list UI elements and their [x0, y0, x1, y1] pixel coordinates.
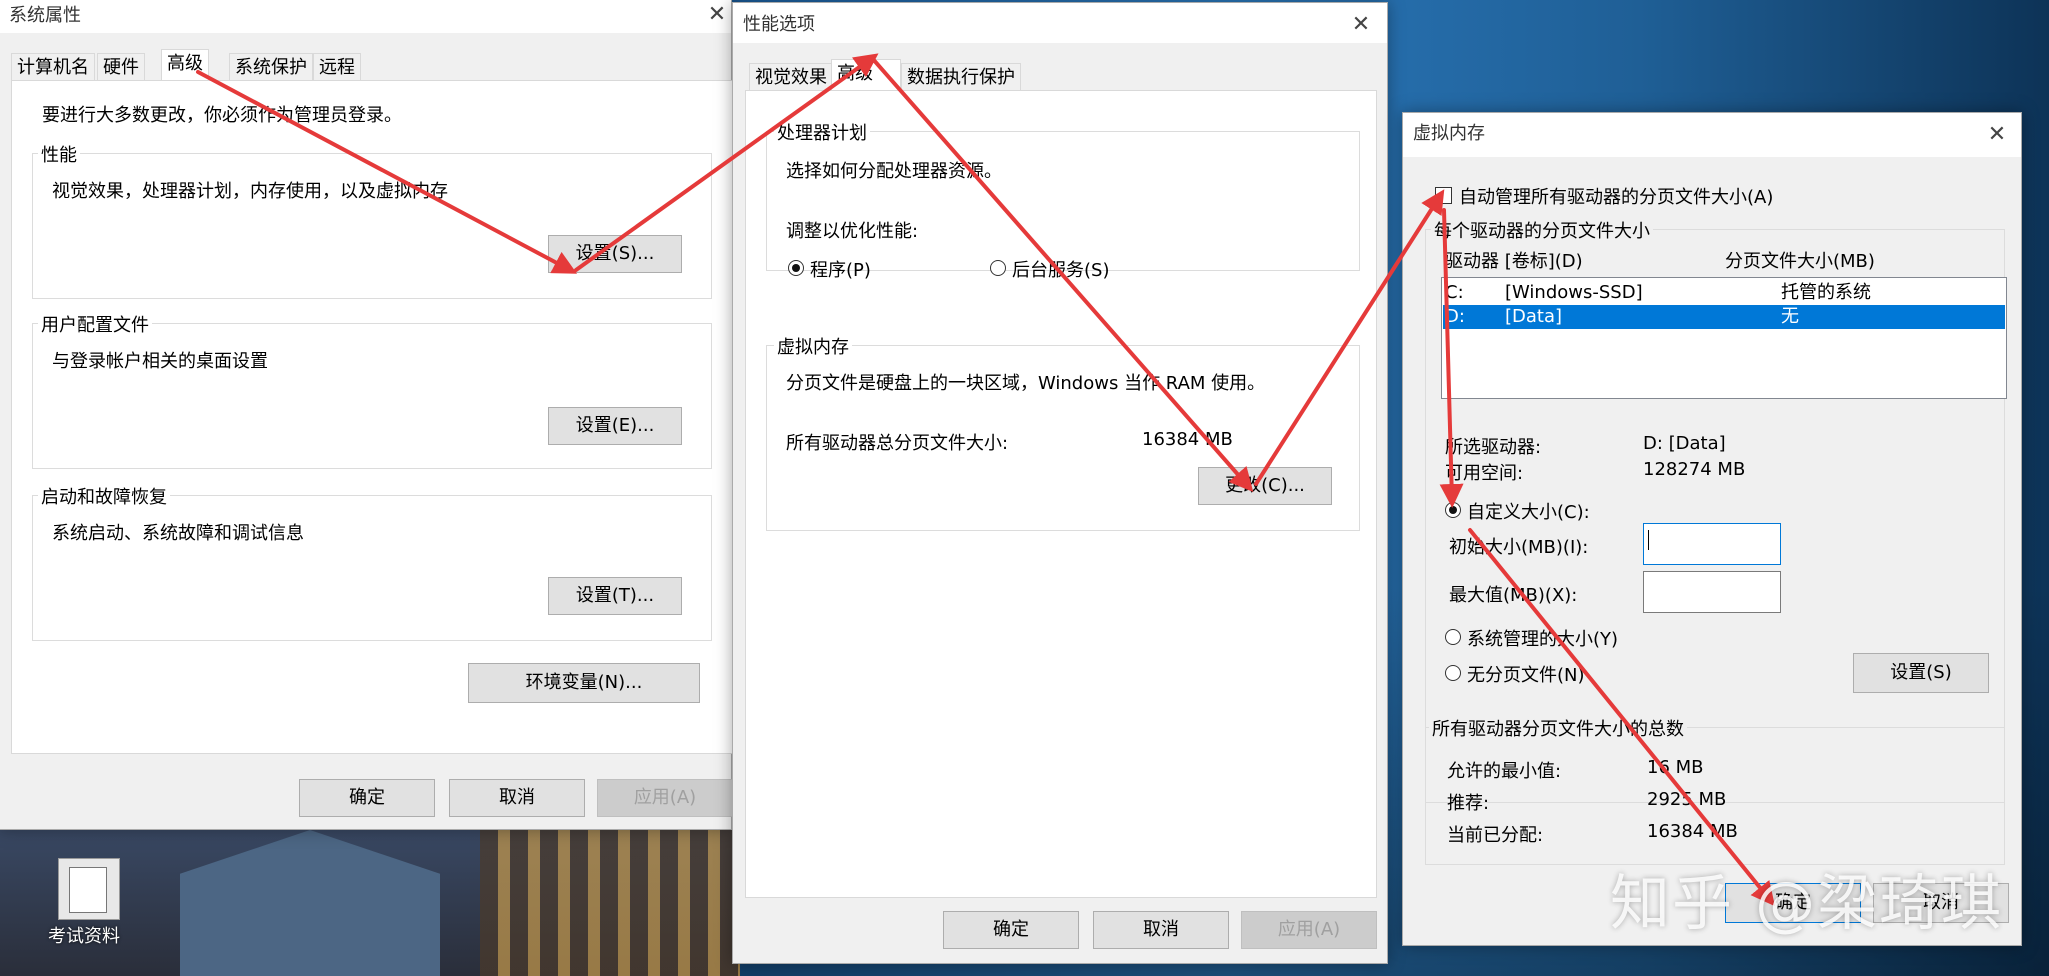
custom-size-label[interactable]: 自定义大小(C): [1467, 498, 1590, 524]
col-size-header: 分页文件大小(MB) [1725, 251, 1875, 272]
performance-options-dialog: 性能选项 ✕ 视觉效果 高级 数据执行保护 处理器计划 选择如何分配处理器资源。… [732, 2, 1388, 964]
dialog-title: 虚拟内存 [1413, 123, 1485, 144]
system-properties-dialog: 系统属性 ✕ 计算机名 硬件 高级 系统保护 远程 要进行大多数更改，你必须作为… [0, 0, 733, 830]
titlebar: 虚拟内存 [1403, 113, 2021, 157]
close-icon[interactable]: ✕ [1983, 121, 2011, 149]
virtual-memory-title: 虚拟内存 [774, 333, 852, 359]
selected-drive-label: 所选驱动器: [1445, 437, 1542, 458]
drive-letter: C: [1445, 282, 1464, 303]
close-icon[interactable]: ✕ [703, 1, 731, 29]
startup-desc: 系统启动、系统故障和调试信息 [52, 523, 304, 544]
auto-manage-label[interactable]: 自动管理所有驱动器的分页文件大小(A) [1459, 183, 1773, 209]
programs-label[interactable]: 程序(P) [810, 256, 871, 282]
text-caret [1648, 530, 1649, 550]
drive-row-d[interactable]: D: [Data] 无 [1443, 305, 2005, 329]
system-managed-radio[interactable] [1445, 629, 1461, 645]
min-allowed-label: 允许的最小值: [1447, 761, 1562, 782]
startup-title: 启动和故障恢复 [38, 483, 170, 509]
advanced-panel: 要进行大多数更改，你必须作为管理员登录。 性能 视觉效果，处理器计划，内存使用，… [11, 80, 733, 754]
advanced-panel: 处理器计划 选择如何分配处理器资源。 调整以优化性能: 程序(P) 后台服务(S… [745, 90, 1377, 898]
tab-computer-name[interactable]: 计算机名 [11, 53, 95, 81]
no-paging-radio[interactable] [1445, 665, 1461, 681]
drive-volume-label: [Data] [1505, 306, 1563, 327]
ok-button[interactable]: 确定 [299, 779, 435, 817]
desktop-file-icon[interactable] [58, 858, 120, 920]
system-managed-label[interactable]: 系统管理的大小(Y) [1467, 625, 1618, 651]
background-services-radio[interactable] [990, 260, 1006, 276]
processor-title: 处理器计划 [774, 119, 870, 145]
selected-drive-value: D: [Data] [1643, 433, 1726, 454]
per-drive-title: 每个驱动器的分页文件大小 [1431, 217, 1653, 243]
desktop-icon-label[interactable]: 考试资料 [48, 922, 120, 948]
startup-group [32, 495, 712, 641]
user-profiles-group [32, 323, 712, 469]
performance-desc: 视觉效果，处理器计划，内存使用，以及虚拟内存 [52, 181, 448, 202]
user-profiles-title: 用户配置文件 [38, 311, 152, 337]
dialog-title: 性能选项 [743, 14, 815, 35]
watermark: 知乎 @梁琦琪 [1610, 869, 2004, 939]
drive-paging-size: 托管的系统 [1781, 282, 1871, 303]
tab-advanced[interactable]: 高级 [161, 49, 209, 81]
titlebar: 性能选项 [733, 3, 1387, 43]
user-profiles-settings-button[interactable]: 设置(E)... [548, 407, 682, 445]
totals-title: 所有驱动器分页文件大小的总数 [1429, 715, 1687, 741]
auto-manage-checkbox[interactable] [1435, 187, 1452, 204]
virtual-memory-dialog: 虚拟内存 ✕ 自动管理所有驱动器的分页文件大小(A) 每个驱动器的分页文件大小 … [1402, 112, 2022, 946]
total-paging-value: 16384 MB [1142, 429, 1233, 450]
col-drive-header: 驱动器 [卷标](D) [1445, 251, 1583, 272]
drive-list[interactable]: C: [Windows-SSD] 托管的系统 D: [Data] 无 [1441, 277, 2007, 399]
tab-hardware[interactable]: 硬件 [97, 53, 145, 81]
apply-button[interactable]: 应用(A) [597, 779, 733, 817]
close-icon[interactable]: ✕ [1347, 11, 1375, 39]
performance-title: 性能 [38, 141, 80, 167]
apply-button[interactable]: 应用(A) [1241, 911, 1377, 949]
cancel-button[interactable]: 取消 [1093, 911, 1229, 949]
dialog-title: 系统属性 [9, 5, 81, 26]
background-services-label[interactable]: 后台服务(S) [1012, 256, 1109, 282]
tab-dep[interactable]: 数据执行保护 [901, 63, 1021, 91]
ok-button[interactable]: 确定 [943, 911, 1079, 949]
programs-radio[interactable] [788, 260, 804, 276]
tab-advanced[interactable]: 高级 [831, 59, 901, 91]
tab-remote[interactable]: 远程 [313, 53, 361, 81]
processor-desc: 选择如何分配处理器资源。 [786, 161, 1002, 182]
total-paging-label: 所有驱动器总分页文件大小: [786, 433, 1009, 454]
initial-size-label: 初始大小(MB)(I): [1449, 537, 1589, 558]
admin-note: 要进行大多数更改，你必须作为管理员登录。 [42, 105, 402, 126]
recommended-label: 推荐: [1447, 793, 1490, 814]
cancel-button[interactable]: 取消 [449, 779, 585, 817]
no-paging-label[interactable]: 无分页文件(N) [1467, 661, 1585, 687]
startup-settings-button[interactable]: 设置(T)... [548, 577, 682, 615]
tab-system-protection[interactable]: 系统保护 [229, 53, 313, 81]
recommended-value: 2925 MB [1647, 789, 1727, 810]
processor-group [766, 131, 1360, 271]
adjust-label: 调整以优化性能: [786, 221, 919, 242]
environment-variables-button[interactable]: 环境变量(N)... [468, 663, 700, 703]
free-space-label: 可用空间: [1445, 463, 1524, 484]
min-allowed-value: 16 MB [1647, 757, 1704, 778]
drive-letter: D: [1445, 306, 1465, 327]
initial-size-input[interactable] [1643, 523, 1781, 565]
user-profiles-desc: 与登录帐户相关的桌面设置 [52, 351, 268, 372]
custom-size-radio[interactable] [1445, 502, 1461, 518]
tab-visual-effects[interactable]: 视觉效果 [749, 63, 833, 91]
change-button[interactable]: 更改(C)... [1198, 467, 1332, 505]
drive-row-c[interactable]: C: [Windows-SSD] 托管的系统 [1443, 281, 2005, 305]
drive-paging-size: 无 [1781, 306, 1799, 327]
virtual-memory-desc: 分页文件是硬盘上的一块区域，Windows 当作 RAM 使用。 [786, 373, 1266, 394]
max-size-input[interactable] [1643, 571, 1781, 613]
current-allocated-label: 当前已分配: [1447, 825, 1544, 846]
max-size-label: 最大值(MB)(X): [1449, 585, 1578, 606]
titlebar: 系统属性 [0, 0, 731, 33]
current-allocated-value: 16384 MB [1647, 821, 1738, 842]
performance-settings-button[interactable]: 设置(S)... [548, 235, 682, 273]
set-button[interactable]: 设置(S) [1853, 653, 1989, 693]
free-space-value: 128274 MB [1643, 459, 1746, 480]
drive-volume-label: [Windows-SSD] [1505, 282, 1643, 303]
performance-group [32, 153, 712, 299]
